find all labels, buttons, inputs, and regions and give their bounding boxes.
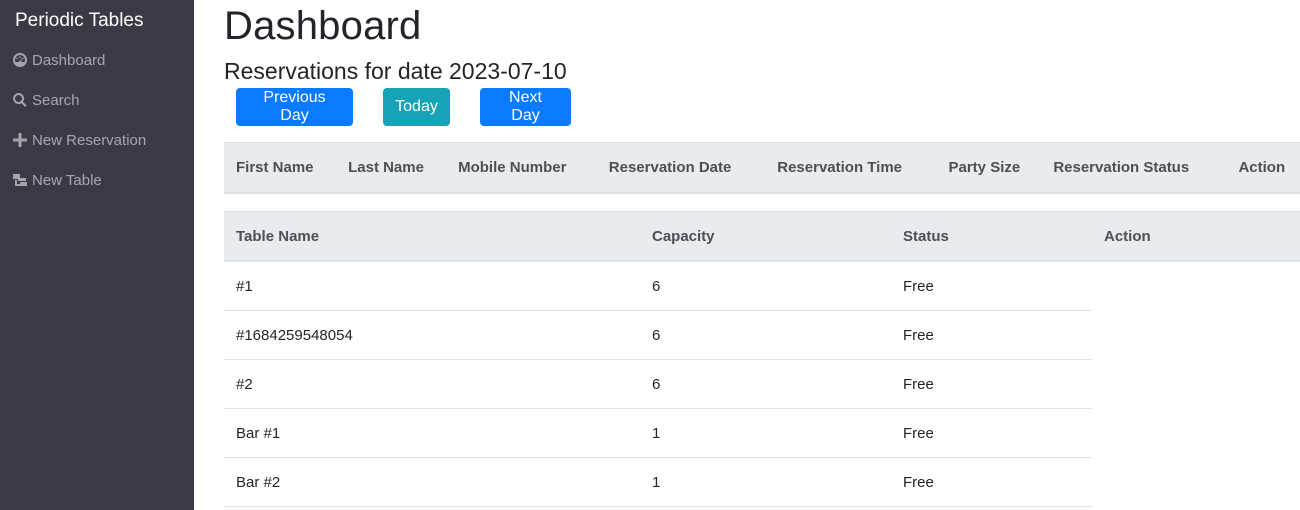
reservations-header-row: First Name Last Name Mobile Number Reser…: [224, 142, 1300, 194]
sidebar-item-label: New Table: [32, 171, 102, 189]
status-cell: Free: [891, 359, 1092, 409]
status-cell: Free: [891, 457, 1092, 507]
search-icon: [11, 92, 28, 109]
tables-table: Table Name Capacity Status Action #1 6 F…: [224, 211, 1300, 507]
table-row: Bar #2 1 Free: [224, 457, 1300, 507]
action-cell: [1092, 409, 1300, 458]
status-cell: Free: [891, 310, 1092, 360]
column-header-last-name: Last Name: [336, 142, 447, 194]
date-navigation: Previous Day Today Next Day: [224, 88, 1300, 126]
capacity-cell: 1: [640, 408, 891, 458]
sidebar-item-search[interactable]: Search: [0, 80, 194, 120]
status-cell: Free: [891, 408, 1092, 458]
table-icon: [11, 172, 28, 189]
column-header-capacity: Capacity: [640, 211, 891, 262]
column-header-reservation-status: Reservation Status: [1041, 142, 1227, 194]
column-header-action: Action: [1092, 211, 1300, 262]
table-name-cell: Bar #2: [224, 457, 640, 507]
capacity-cell: 6: [640, 310, 891, 360]
column-header-status: Status: [891, 211, 1092, 262]
sidebar-item-label: Dashboard: [32, 51, 106, 69]
previous-day-button[interactable]: Previous Day: [236, 88, 353, 126]
action-cell: [1092, 311, 1300, 360]
page-title: Dashboard: [224, 4, 422, 48]
table-row: Bar #1 1 Free: [224, 408, 1300, 458]
column-header-first-name: First Name: [224, 142, 337, 194]
column-header-reservation-date: Reservation Date: [596, 142, 766, 194]
next-day-button[interactable]: Next Day: [480, 88, 571, 126]
column-header-mobile-number: Mobile Number: [446, 142, 597, 194]
today-button[interactable]: Today: [383, 88, 450, 126]
table-row: #2 6 Free: [224, 359, 1300, 409]
tables-header-row: Table Name Capacity Status Action: [224, 211, 1300, 262]
column-header-action: Action: [1226, 142, 1300, 194]
brand-title[interactable]: Periodic Tables: [0, 0, 194, 40]
table-name-cell: Bar #1: [224, 408, 640, 458]
capacity-cell: 6: [640, 359, 891, 409]
reservations-date-heading: Reservations for date 2023-07-10: [224, 58, 567, 84]
table-row: #1684259548054 6 Free: [224, 310, 1300, 360]
app-root: Periodic Tables Dashboard Search New Res…: [0, 0, 1300, 510]
status-cell: Free: [891, 261, 1092, 311]
reservations-table: First Name Last Name Mobile Number Reser…: [224, 142, 1300, 194]
capacity-cell: 1: [640, 457, 891, 507]
table-name-cell: #2: [224, 359, 640, 409]
table-name-cell: #1684259548054: [224, 310, 640, 360]
action-cell: [1092, 360, 1300, 409]
main-content: Dashboard Reservations for date 2023-07-…: [194, 0, 1300, 510]
sidebar-item-new-reservation[interactable]: New Reservation: [0, 120, 194, 160]
sidebar-item-new-table[interactable]: New Table: [0, 160, 194, 200]
table-name-cell: #1: [224, 261, 640, 311]
action-cell: [1092, 458, 1300, 507]
column-header-reservation-time: Reservation Time: [765, 142, 937, 194]
column-header-table-name: Table Name: [224, 211, 640, 262]
sidebar: Periodic Tables Dashboard Search New Res…: [0, 0, 194, 510]
column-header-party-size: Party Size: [936, 142, 1042, 194]
sidebar-item-label: New Reservation: [32, 131, 147, 149]
sidebar-item-dashboard[interactable]: Dashboard: [0, 40, 194, 80]
plus-icon: [11, 132, 28, 149]
dashboard-icon: [11, 52, 28, 69]
table-row: #1 6 Free: [224, 261, 1300, 311]
capacity-cell: 6: [640, 261, 891, 311]
sidebar-item-label: Search: [32, 91, 80, 109]
action-cell: [1092, 261, 1300, 311]
